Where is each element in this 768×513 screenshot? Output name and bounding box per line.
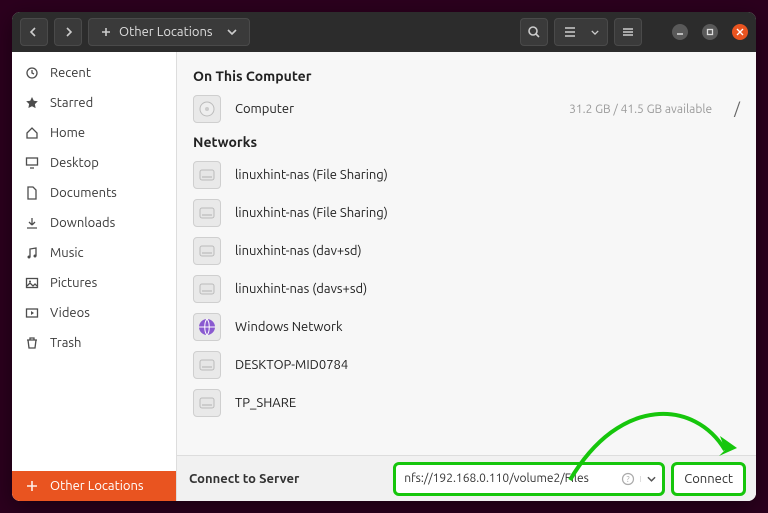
close-button[interactable] [732,24,748,40]
section-heading-networks: Networks [193,134,740,150]
clock-icon [24,65,40,81]
location-pill[interactable]: Other Locations [88,18,250,46]
titlebar: Other Locations [12,12,756,52]
location-row[interactable]: Windows Network [193,308,740,346]
sidebar-item-downloads[interactable]: Downloads [12,208,176,238]
minimize-icon [676,28,684,36]
content-area: On This Computer Computer 31.2 GB / 41.5 … [177,52,756,455]
sidebar-item-trash[interactable]: Trash [12,328,176,358]
hamburger-icon [621,25,635,39]
back-button[interactable] [20,18,48,46]
drive-icon [193,199,221,227]
sidebar-item-label: Recent [50,66,91,80]
sidebar-item-label: Home [50,126,85,140]
hamburger-button[interactable] [614,18,642,46]
videos-icon [24,305,40,321]
home-icon [24,125,40,141]
search-icon [527,25,541,39]
desktop-icon [24,155,40,171]
drive-icon [193,275,221,303]
location-row[interactable]: linuxhint-nas (davs+sd) [193,270,740,308]
chevron-right-icon [63,27,73,37]
chevron-left-icon [29,27,39,37]
forward-button[interactable] [54,18,82,46]
location-meta: 31.2 GB / 41.5 GB available [569,103,712,116]
location-label: Windows Network [235,320,740,334]
location-label: linuxhint-nas (File Sharing) [235,168,740,182]
svg-text:?: ? [627,475,630,484]
section-heading-this-computer: On This Computer [193,68,740,84]
server-history-button[interactable] [640,476,662,482]
maximize-button[interactable] [702,24,718,40]
sidebar-item-recent[interactable]: Recent [12,58,176,88]
chevron-down-icon [227,29,237,35]
plus-icon [24,478,40,494]
sidebar-item-label: Starred [50,96,93,110]
sidebar: Recent Starred Home Desktop Documents Downloa… [12,52,177,501]
server-address-box: ? [395,464,663,494]
sidebar-item-pictures[interactable]: Pictures [12,268,176,298]
maximize-icon [706,28,714,36]
sidebar-item-videos[interactable]: Videos [12,298,176,328]
sidebar-item-label: Other Locations [50,479,144,493]
pictures-icon [24,275,40,291]
help-icon[interactable]: ? [616,472,640,486]
drive-icon [193,95,221,123]
view-list-button[interactable] [554,18,608,46]
location-label: linuxhint-nas (davs+sd) [235,282,740,296]
path-separator: / [734,100,740,118]
sidebar-item-label: Documents [50,186,117,200]
location-label: DESKTOP-MID0784 [235,358,740,372]
location-row[interactable]: Computer 31.2 GB / 41.5 GB available / [193,90,740,128]
connect-button[interactable]: Connect [673,464,744,494]
location-label: Other Locations [119,25,213,39]
plus-icon [101,27,111,37]
location-row[interactable]: linuxhint-nas (File Sharing) [193,194,740,232]
sidebar-item-music[interactable]: Music [12,238,176,268]
sidebar-item-label: Downloads [50,216,115,230]
location-row[interactable]: DESKTOP-MID0784 [193,346,740,384]
location-row[interactable]: linuxhint-nas (File Sharing) [193,156,740,194]
connect-label: Connect to Server [189,472,299,486]
sidebar-item-label: Music [50,246,84,260]
sidebar-item-other-locations[interactable]: Other Locations [12,471,176,501]
server-address-input[interactable] [396,465,616,493]
main-pane: On This Computer Computer 31.2 GB / 41.5 … [177,52,756,501]
drive-icon [193,237,221,265]
list-icon [563,25,577,39]
music-icon [24,245,40,261]
drive-icon [193,161,221,189]
sidebar-item-home[interactable]: Home [12,118,176,148]
location-label: linuxhint-nas (dav+sd) [235,244,740,258]
drive-icon [193,351,221,379]
sidebar-item-label: Videos [50,306,90,320]
downloads-icon [24,215,40,231]
sidebar-item-starred[interactable]: Starred [12,88,176,118]
sidebar-item-label: Pictures [50,276,97,290]
location-label: Computer [235,102,555,116]
location-row[interactable]: TP_SHARE [193,384,740,422]
sidebar-item-label: Trash [50,336,81,350]
sidebar-item-documents[interactable]: Documents [12,178,176,208]
drive-icon [193,389,221,417]
trash-icon [24,335,40,351]
location-label: linuxhint-nas (File Sharing) [235,206,740,220]
sidebar-item-label: Desktop [50,156,99,170]
location-row[interactable]: linuxhint-nas (dav+sd) [193,232,740,270]
chevron-down-icon [647,476,656,482]
location-label: TP_SHARE [235,396,740,410]
sidebar-item-desktop[interactable]: Desktop [12,148,176,178]
star-icon [24,95,40,111]
documents-icon [24,185,40,201]
connect-footer: Connect to Server ? Connect [177,455,756,501]
chevron-down-icon [591,30,599,35]
network-globe-icon [193,313,221,341]
close-icon [736,28,744,36]
minimize-button[interactable] [672,24,688,40]
search-button[interactable] [520,18,548,46]
